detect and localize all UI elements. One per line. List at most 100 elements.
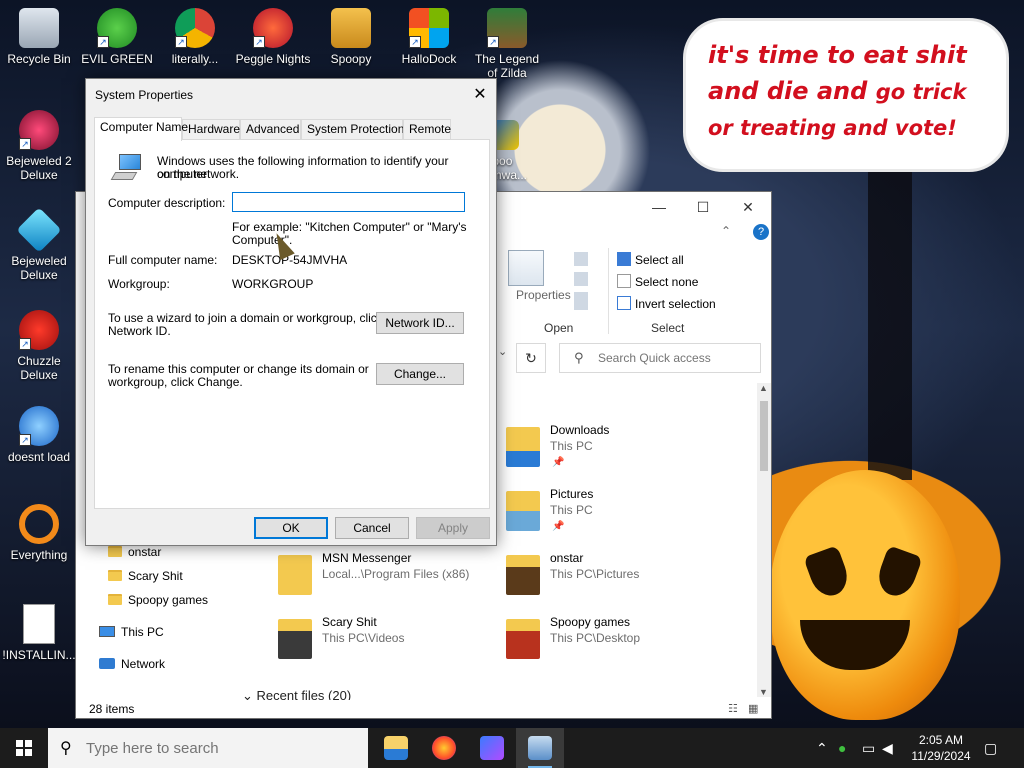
taskbar-firefox[interactable]: [420, 728, 468, 768]
nav-item-scary-shit[interactable]: Scary Shit: [108, 569, 183, 583]
taskbar-app-3[interactable]: [468, 728, 516, 768]
close-button[interactable]: ✕: [733, 196, 763, 218]
select-all-icon: [617, 252, 631, 266]
desktop-icon-msn[interactable]: ↗ EVIL GREEN MSN GO...: [79, 8, 155, 66]
dialog-close-button[interactable]: ✕: [466, 83, 494, 107]
select-group-label: Select: [651, 321, 685, 335]
scrollbar-thumb[interactable]: [760, 401, 768, 471]
nav-item-spoopy-games[interactable]: Spoopy games: [108, 593, 208, 607]
desktop-icon-peggle[interactable]: ↗ Peggle Nights Del...: [235, 8, 311, 66]
desktop-icon-hallodock[interactable]: ↗ HalloDock: [391, 8, 467, 66]
zelda-icon: ↗: [487, 8, 527, 48]
everything-search-icon: [19, 504, 59, 544]
cancel-button[interactable]: Cancel: [335, 517, 409, 539]
search-box[interactable]: ⚲: [559, 343, 761, 373]
search-input[interactable]: [598, 345, 748, 371]
details-view-icon[interactable]: ☷: [728, 702, 738, 715]
thunderbird-icon: ↗: [19, 406, 59, 446]
folder-icon: [278, 619, 312, 659]
pumpkin-image: [770, 470, 960, 720]
bubble-line-2a: and die and: [708, 77, 868, 105]
taskbar-clock[interactable]: 2:05 AM 11/29/2024: [905, 732, 977, 764]
nav-item-onstar[interactable]: onstar: [108, 545, 161, 559]
invert-selection-icon: [617, 296, 631, 310]
vertical-scrollbar[interactable]: ▲ ▼: [757, 383, 771, 697]
address-dropdown-icon[interactable]: ⌄: [498, 345, 507, 358]
nav-item-network[interactable]: Network: [99, 657, 165, 671]
desktop-icon-chuzzle[interactable]: ↗ Chuzzle Deluxe: [1, 310, 77, 382]
tab-system-protection[interactable]: System Protection: [301, 119, 404, 139]
file-explorer-icon: [384, 736, 408, 760]
desktop-icon-thunderbird[interactable]: ↗ doesnt load: [1, 406, 77, 464]
folder-icon: [108, 546, 122, 557]
quick-access-spoopy-games[interactable]: Spoopy games This PC\Desktop: [506, 615, 726, 665]
pictures-folder-icon: [506, 491, 540, 531]
ribbon-divider: [608, 248, 609, 334]
computer-description-input[interactable]: [232, 192, 465, 212]
select-all-button[interactable]: Select all: [617, 252, 684, 267]
taskbar-search-input[interactable]: [86, 736, 356, 760]
text-file-icon: [23, 604, 55, 644]
desktop-icon-everything[interactable]: Everything: [1, 504, 77, 562]
system-properties-dialog[interactable]: System Properties ✕ Computer Name Hardwa…: [85, 78, 497, 546]
quick-access-scary-shit[interactable]: Scary Shit This PC\Videos: [278, 615, 498, 665]
status-item-count: 28 items: [89, 702, 135, 716]
start-button[interactable]: [0, 728, 48, 768]
taskbar-file-explorer[interactable]: [372, 728, 420, 768]
quick-access-onstar[interactable]: onstar This PC\Pictures: [506, 551, 726, 601]
nav-item-this-pc[interactable]: This PC: [99, 625, 164, 639]
apply-button[interactable]: Apply: [416, 517, 490, 539]
show-hidden-icons-chevron[interactable]: ⌃: [816, 740, 828, 757]
properties-button[interactable]: Properties: [516, 288, 571, 302]
system-properties-icon: [528, 736, 552, 760]
notification-center-icon[interactable]: ▢: [984, 740, 997, 757]
tab-remote[interactable]: Remote: [403, 119, 451, 139]
help-icon[interactable]: ?: [753, 224, 769, 240]
bubble-line-3: or treating and vote!: [708, 116, 957, 140]
taskbar-search-box[interactable]: ⚲: [48, 728, 368, 768]
change-button[interactable]: Change...: [376, 363, 464, 385]
select-none-button[interactable]: Select none: [617, 274, 698, 289]
invert-selection-button[interactable]: Invert selection: [617, 296, 716, 311]
full-computer-name-value: DESKTOP-54JMVHA: [232, 253, 348, 267]
folder-icon: [108, 594, 122, 605]
taskbar-system-properties[interactable]: [516, 728, 564, 768]
speech-bubble: it's time to eat shit and die and go tri…: [683, 18, 1009, 172]
desktop-icon-installing[interactable]: !INSTALLIN...: [1, 604, 77, 662]
firefox-icon: [432, 736, 456, 760]
desktop-icon-bejeweled[interactable]: Bejeweled Deluxe: [1, 207, 77, 282]
network-id-button[interactable]: Network ID...: [376, 312, 464, 334]
desktop-icon-zilda[interactable]: ↗ The Legend of Zilda: [469, 8, 545, 80]
downloads-folder-icon: [506, 427, 540, 467]
chrome-icon: ↗: [175, 8, 215, 48]
chevron-up-icon[interactable]: ⌃: [721, 224, 731, 238]
desktop-icon-spoopy[interactable]: Spoopy: [313, 8, 389, 66]
ok-button[interactable]: OK: [254, 517, 328, 539]
desktop-icon-chrome[interactable]: ↗ literally...: [157, 8, 233, 66]
computer-description-label: Computer description:: [108, 196, 226, 210]
tray-user-icon[interactable]: ●: [838, 740, 846, 756]
desktop-icon-recycle-bin[interactable]: Recycle Bin: [1, 8, 77, 66]
bejeweled-icon: [16, 207, 62, 253]
minimize-button[interactable]: —: [644, 196, 674, 218]
volume-icon[interactable]: ◀: [882, 740, 893, 757]
tab-advanced[interactable]: Advanced: [240, 119, 301, 139]
tree-silhouette: [780, 160, 1000, 480]
search-icon: ⚲: [60, 740, 72, 757]
quick-access-msn-messenger[interactable]: MSN Messenger Local...\Program Files (x8…: [278, 551, 498, 601]
tab-hardware[interactable]: Hardware: [182, 119, 240, 139]
chevron-down-icon: ⌄: [242, 688, 257, 700]
quick-access-pictures[interactable]: Pictures This PC 📌: [506, 487, 726, 537]
maximize-button[interactable]: ☐: [688, 196, 718, 218]
large-icons-view-icon[interactable]: ▦: [748, 702, 758, 715]
clock-time: 2:05 AM: [918, 733, 964, 747]
clock-date: 11/29/2024: [911, 749, 971, 763]
app-icon: [480, 736, 504, 760]
network-icon[interactable]: ▭: [862, 740, 875, 757]
folder-icon: [506, 555, 540, 595]
tab-computer-name[interactable]: Computer Name: [94, 117, 188, 141]
recent-files-header[interactable]: ⌄ Recent files (20): [242, 688, 351, 700]
desktop-icon-bejeweled2[interactable]: ↗ Bejeweled 2 Deluxe: [1, 110, 77, 182]
refresh-button[interactable]: ↻: [516, 343, 546, 373]
quick-access-downloads[interactable]: Downloads This PC 📌: [506, 423, 726, 473]
